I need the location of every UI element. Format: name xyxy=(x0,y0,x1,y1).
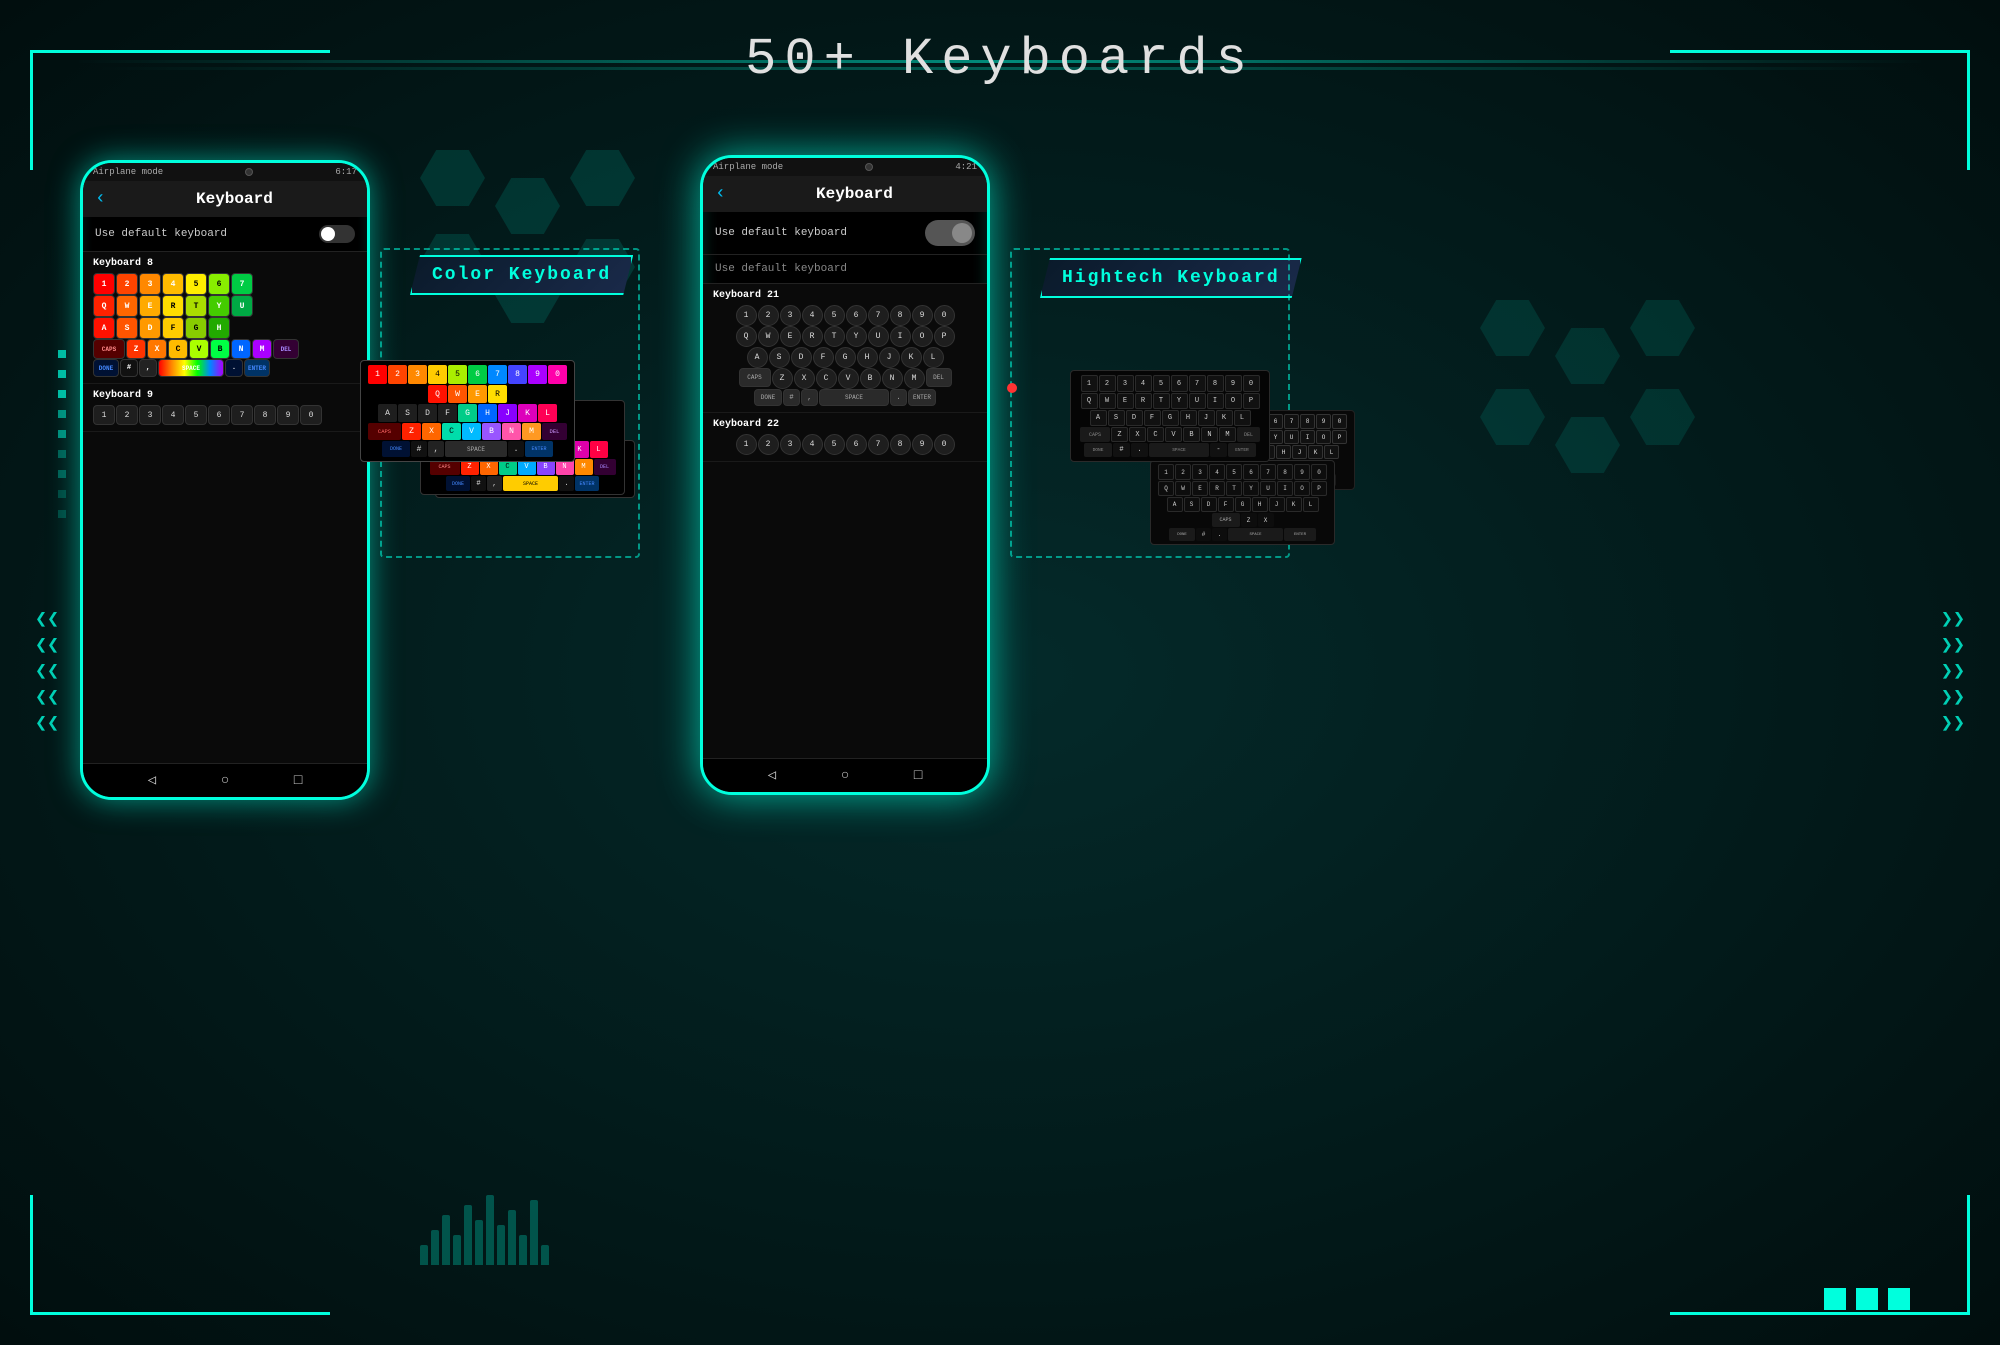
toggle-row-left: Use default keyboard xyxy=(83,217,367,252)
right-arrows: ❯❯ ❯❯ ❯❯ ❯❯ ❯❯ xyxy=(1941,611,1965,735)
phone-left: Airplane mode 6:17 ‹ Keyboard Use defaul… xyxy=(80,160,370,800)
main-title: 50+ Keyboards xyxy=(745,30,1255,89)
keyboard-title-left: Keyboard xyxy=(114,190,355,208)
corner-decoration-br xyxy=(1670,1195,1970,1315)
hightech-keyboard-layer-1: 1 2 3 4 5 6 7 8 9 0 Q W E R T Y U I O P … xyxy=(1070,370,1270,462)
toggle-row-right: Use default keyboard xyxy=(703,212,987,255)
left-arrows: ❮❮ ❮❮ ❮❮ ❮❮ ❮❮ xyxy=(35,611,59,735)
red-dot-right xyxy=(1007,383,1017,393)
toggle-label-left: Use default keyboard xyxy=(95,228,227,240)
nav-square-right[interactable]: □ xyxy=(914,768,922,784)
nav-home-right[interactable]: ○ xyxy=(841,768,849,784)
pagination-dot-2[interactable] xyxy=(1856,1288,1878,1310)
hex-bg-2 xyxy=(1480,300,1700,473)
toggle-switch-left[interactable] xyxy=(319,225,355,243)
keyboard-21-label: Keyboard 21 xyxy=(713,290,977,301)
eq-bars xyxy=(420,1195,549,1265)
phone-nav-right: ◁ ○ □ xyxy=(703,758,987,792)
phone-nav-left: ◁ ○ □ xyxy=(83,763,367,797)
toggle-row-right-2: Use default keyboard xyxy=(703,255,987,284)
back-arrow-left[interactable]: ‹ xyxy=(95,189,106,209)
time-right: 4:21 xyxy=(955,162,977,172)
back-arrow-right[interactable]: ‹ xyxy=(715,184,726,204)
nav-back-right[interactable]: ◁ xyxy=(768,767,776,784)
phone-header-left: ‹ Keyboard xyxy=(83,181,367,217)
status-bar-right: Airplane mode 4:21 xyxy=(703,158,987,176)
time-left: 6:17 xyxy=(335,167,357,177)
keyboard-9-item[interactable]: Keyboard 9 1 2 3 4 5 6 7 8 9 0 xyxy=(83,384,367,432)
keyboard-9-label: Keyboard 9 xyxy=(93,390,357,401)
corner-decoration-bl xyxy=(30,1195,330,1315)
phone-header-right: ‹ Keyboard xyxy=(703,176,987,212)
status-bar-left: Airplane mode 6:17 xyxy=(83,163,367,181)
keyboard-22-item[interactable]: Keyboard 22 1 2 3 4 5 6 7 8 9 0 xyxy=(703,413,987,462)
keyboard-list-right[interactable]: Keyboard 21 1 2 3 4 5 6 7 8 9 0 xyxy=(703,284,987,758)
nav-home-left[interactable]: ○ xyxy=(221,773,229,789)
pagination-dot-3[interactable] xyxy=(1888,1288,1910,1310)
toggle-label-right: Use default keyboard xyxy=(715,227,847,239)
keyboard-21-preview: 1 2 3 4 5 6 7 8 9 0 Q W E xyxy=(713,305,977,406)
keyboard-22-preview: 1 2 3 4 5 6 7 8 9 0 xyxy=(713,434,977,455)
keyboard-title-right: Keyboard xyxy=(734,185,975,203)
keyboard-9-preview: 1 2 3 4 5 6 7 8 9 0 xyxy=(93,405,357,425)
left-dots xyxy=(58,350,66,518)
phone-right: Airplane mode 4:21 ‹ Keyboard Use defaul… xyxy=(700,155,990,795)
nav-back-left[interactable]: ◁ xyxy=(148,772,156,789)
airplane-mode-left: Airplane mode xyxy=(93,167,163,177)
airplane-mode-right: Airplane mode xyxy=(713,162,783,172)
keyboard-21-item[interactable]: Keyboard 21 1 2 3 4 5 6 7 8 9 0 xyxy=(703,284,987,413)
nav-square-left[interactable]: □ xyxy=(294,773,302,789)
keyboard-8-label: Keyboard 8 xyxy=(93,258,357,269)
keyboard-8-preview: 1 2 3 4 5 6 7 Q W E R T Y xyxy=(93,273,357,377)
corner-decoration-tl xyxy=(30,50,330,170)
keyboard-list-left[interactable]: Keyboard 8 1 2 3 4 5 6 7 Q W xyxy=(83,252,367,763)
hightech-keyboard-layer-2: 1 2 3 4 5 6 7 8 9 0 Q W E R T Y U I O P … xyxy=(1150,460,1335,545)
pagination-dot-1[interactable] xyxy=(1824,1288,1846,1310)
toggle-label-right-2: Use default keyboard xyxy=(715,263,847,275)
pagination xyxy=(1824,1288,1910,1310)
keyboard-8-item[interactable]: Keyboard 8 1 2 3 4 5 6 7 Q W xyxy=(83,252,367,384)
color-keyboard-layer-1: 1 2 3 4 5 6 7 8 9 0 Q W E R A S D F G H … xyxy=(360,360,575,462)
corner-decoration-tr xyxy=(1670,50,1970,170)
keyboard-22-label: Keyboard 22 xyxy=(713,419,977,430)
toggle-switch-right[interactable] xyxy=(925,220,975,246)
